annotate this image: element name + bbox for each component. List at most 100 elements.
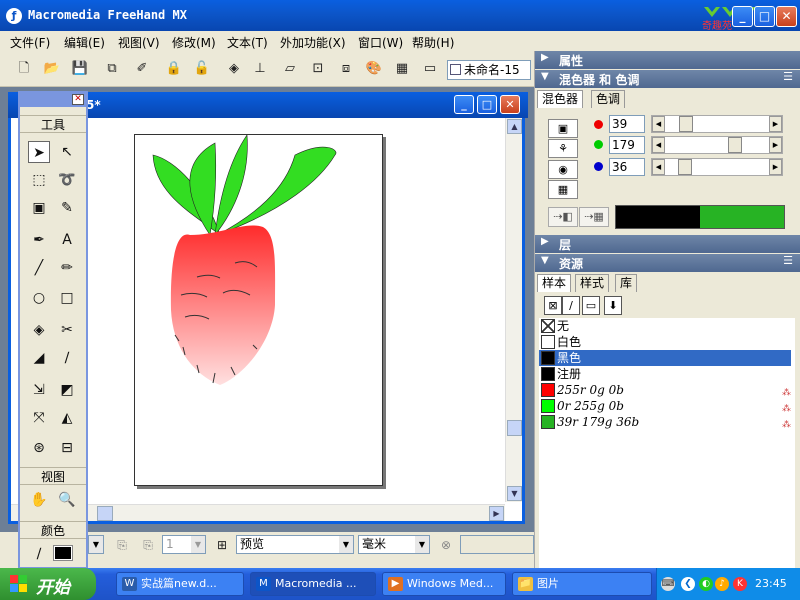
menu-modify[interactable]: 修改(M) xyxy=(172,34,216,51)
tab-tints[interactable]: 色调 xyxy=(591,90,626,108)
red-slider[interactable]: ◀ ▶ xyxy=(651,115,783,133)
layers-icon[interactable]: ⧈ xyxy=(336,59,356,79)
tools-panel-header[interactable]: ✕ xyxy=(20,93,86,107)
layers-panel-header[interactable]: ▶ 层 xyxy=(535,235,800,253)
new-document-icon[interactable]: 🗋 xyxy=(14,59,34,79)
view-mode-select[interactable]: 预览 ▼ xyxy=(236,535,354,554)
red-value-input[interactable]: 39 xyxy=(609,115,645,133)
mixer-panel-header[interactable]: ▼ 混色器 和 色调 ☰ xyxy=(535,70,800,88)
next-page-icon[interactable]: ⎘ xyxy=(140,537,156,553)
scroll-right-icon[interactable]: ▶ xyxy=(489,506,504,521)
mirror-tool-icon[interactable]: ◭ xyxy=(56,407,78,429)
scale-tool-icon[interactable]: ⇲ xyxy=(28,379,50,401)
document-select[interactable]: 未命名-15 xyxy=(447,60,531,80)
page-tool-icon[interactable]: ⬚ xyxy=(28,169,50,191)
green-value-input[interactable]: 179 xyxy=(609,136,645,154)
menu-help[interactable]: 帮助(H) xyxy=(412,34,454,51)
pointer-tool-icon[interactable]: ➤ xyxy=(28,141,50,163)
page-add-icon[interactable]: ⊞ xyxy=(214,537,230,553)
fill-color-swatch[interactable] xyxy=(53,545,73,561)
blue-value-input[interactable]: 36 xyxy=(609,158,645,176)
first-page-icon[interactable]: ⎘ xyxy=(114,537,130,553)
cancel-render-icon[interactable]: ⊗ xyxy=(438,537,454,553)
blue-slider[interactable]: ◀ ▶ xyxy=(651,158,783,176)
open-folder-icon[interactable]: 📂 xyxy=(42,59,62,79)
page-number-select[interactable]: 1 ▼ xyxy=(162,535,206,554)
horizontal-scroll-thumb[interactable] xyxy=(97,506,113,521)
volume-icon[interactable]: ♪ xyxy=(715,577,729,591)
green-slider[interactable]: ◀ ▶ xyxy=(651,136,783,154)
swatch-row[interactable]: 39r 179g 36b ⁂ xyxy=(539,414,791,430)
network-icon[interactable]: ◐ xyxy=(699,577,713,591)
doc-maximize-button[interactable]: □ xyxy=(477,95,497,114)
swatch-row[interactable]: 0r 255g 0b ⁂ xyxy=(539,398,791,414)
keyboard-icon[interactable]: ⌨ xyxy=(661,577,675,591)
swatch-row[interactable]: 白色 xyxy=(539,334,791,350)
hls-mode-button[interactable]: ◉ xyxy=(548,160,578,179)
tools-close-icon[interactable]: ✕ xyxy=(72,94,84,105)
knife-tool-icon[interactable]: ✂ xyxy=(56,319,78,341)
transform-icon[interactable]: ▱ xyxy=(280,59,300,79)
taskbar-item[interactable]: 📁 图片 xyxy=(512,572,652,596)
antivirus-icon[interactable]: K xyxy=(733,577,747,591)
hand-tool-icon[interactable]: ✋ xyxy=(28,489,50,511)
stroke-icon[interactable]: ∕ xyxy=(562,296,580,315)
tab-swatches[interactable]: 样本 xyxy=(537,274,572,292)
menu-file[interactable]: 文件(F) xyxy=(10,34,50,51)
lasso-tool-icon[interactable]: ➰ xyxy=(56,169,78,191)
text-flow-icon[interactable]: ⊡ xyxy=(308,59,328,79)
menu-edit[interactable]: 编辑(E) xyxy=(64,34,105,51)
slider-knob[interactable] xyxy=(728,137,742,153)
radish-artwork[interactable] xyxy=(135,134,384,487)
assets-panel-header[interactable]: ▼ 资源 ☰ xyxy=(535,254,800,272)
swatch-row[interactable]: 无 xyxy=(539,318,791,334)
vertical-scrollbar[interactable]: ▲ ▼ xyxy=(505,118,522,502)
add-to-grid-button[interactable]: ⇢▦ xyxy=(579,207,609,227)
fill-icon[interactable]: ▭ xyxy=(582,296,600,315)
align-icon[interactable]: ⊥ xyxy=(250,59,270,79)
tab-styles[interactable]: 样式 xyxy=(575,274,610,292)
slider-knob[interactable] xyxy=(678,116,693,132)
slider-knob[interactable] xyxy=(677,159,692,175)
freeform-tool-icon[interactable]: ⤧ xyxy=(28,407,50,429)
taskbar-item[interactable]: M Macromedia ... xyxy=(250,572,376,596)
menu-window[interactable]: 窗口(W) xyxy=(358,34,403,51)
cmyk-mode-button[interactable]: ▣ xyxy=(548,119,578,138)
pen-tool-icon[interactable]: ✒ xyxy=(28,229,50,251)
minimize-button[interactable]: _ xyxy=(732,6,753,27)
display-icon[interactable]: ▭ xyxy=(420,59,440,79)
color-palette-icon[interactable]: 🎨 xyxy=(364,59,384,79)
document-page[interactable] xyxy=(134,134,383,486)
tray-arrow-icon[interactable]: ❮ xyxy=(681,577,695,591)
maximize-button[interactable]: □ xyxy=(754,6,775,27)
tab-mixer[interactable]: 混色器 xyxy=(537,90,584,108)
start-button[interactable]: 开始 xyxy=(0,568,96,600)
link-tool-icon[interactable]: ⊛ xyxy=(28,437,50,459)
none-fill-icon[interactable]: ⊠ xyxy=(544,296,562,315)
export-icon[interactable]: ✐ xyxy=(132,59,152,79)
scroll-up-icon[interactable]: ▲ xyxy=(507,119,522,134)
swatch-row[interactable]: 注册 xyxy=(539,366,791,382)
import-icon[interactable]: ⧉ xyxy=(102,59,122,79)
menu-xtras[interactable]: 外加功能(X) xyxy=(280,34,346,51)
tab-library[interactable]: 库 xyxy=(615,274,638,292)
menu-view[interactable]: 视图(V) xyxy=(118,34,160,51)
system-color-button[interactable]: ▦ xyxy=(548,180,578,199)
units-select[interactable]: 毫米 ▼ xyxy=(358,535,430,554)
connector-tool-icon[interactable]: ⊟ xyxy=(56,437,78,459)
swatch-down-arrow-icon[interactable]: ⬇ xyxy=(604,296,622,315)
swatch-row[interactable]: 255r 0g 0b ⁂ xyxy=(539,382,791,398)
brush-tool-icon[interactable]: ∕ xyxy=(56,347,78,369)
stroke-color-tool-icon[interactable]: ∕ xyxy=(28,543,50,565)
taskbar-item[interactable]: ▶ Windows Med... xyxy=(382,572,506,596)
close-button[interactable]: ✕ xyxy=(776,6,797,27)
swatch-row[interactable]: 黑色 xyxy=(539,350,791,366)
lock-icon[interactable]: 🔒 xyxy=(164,59,184,79)
color-preview-well[interactable] xyxy=(615,205,785,229)
line-tool-icon[interactable]: ╱ xyxy=(28,257,50,279)
grid-icon[interactable]: ▦ xyxy=(392,59,412,79)
unlock-icon[interactable]: 🔓 xyxy=(192,59,212,79)
perspective-tool-icon[interactable]: ◈ xyxy=(28,319,50,341)
doc-minimize-button[interactable]: _ xyxy=(454,95,474,114)
save-icon[interactable]: 💾 xyxy=(70,59,90,79)
